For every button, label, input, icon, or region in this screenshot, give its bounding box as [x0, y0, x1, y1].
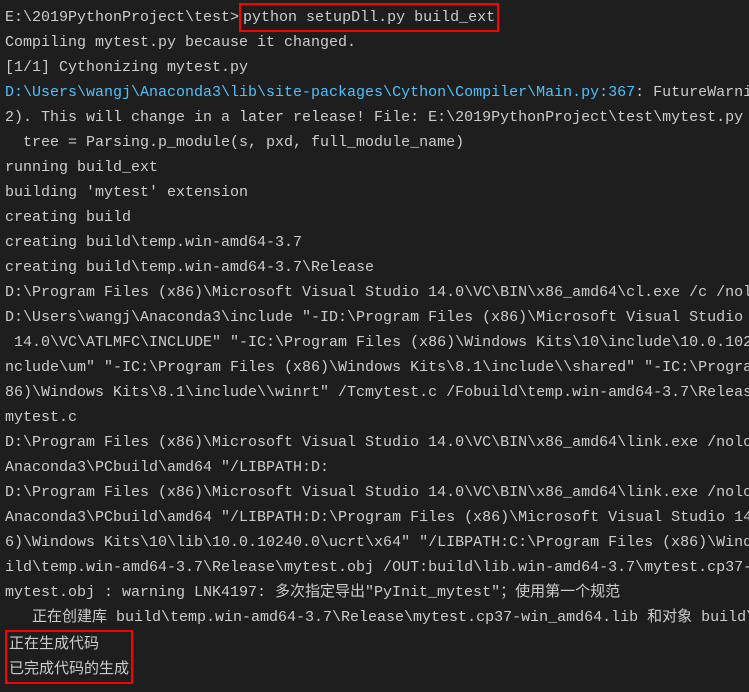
terminal-line: building 'mytest' extension — [5, 180, 744, 205]
terminal-line: D:\Program Files (x86)\Microsoft Visual … — [5, 280, 744, 305]
status-highlight-block: 正在生成代码 已完成代码的生成 — [5, 630, 133, 684]
terminal-line: creating build\temp.win-amd64-3.7\Releas… — [5, 255, 744, 280]
terminal-line: creating build — [5, 205, 744, 230]
terminal-line: E:\2019PythonProject\test>python setupDl… — [5, 5, 744, 30]
terminal-line: [1/1] Cythonizing mytest.py — [5, 55, 744, 80]
terminal-line: Anaconda3\PCbuild\amd64 "/LIBPATH:D: — [5, 455, 744, 480]
command-highlight: python setupDll.py build_ext — [239, 3, 499, 32]
terminal-line: 2). This will change in a later release!… — [5, 105, 744, 130]
terminal-line: 14.0\VC\ATLMFC\INCLUDE" "-IC:\Program Fi… — [5, 330, 744, 355]
terminal-line: D:\Users\wangj\Anaconda3\lib\site-packag… — [5, 80, 744, 105]
terminal-line: 6)\Windows Kits\10\lib\10.0.10240.0\ucrt… — [5, 530, 744, 555]
terminal-line: running build_ext — [5, 155, 744, 180]
terminal-line: 86)\Windows Kits\8.1\include\\winrt" /Tc… — [5, 380, 744, 405]
terminal-line: mytest.obj : warning LNK4197: 多次指定导出"PyI… — [5, 580, 744, 605]
terminal-line: 正在创建库 build\temp.win-amd64-3.7\Release\m… — [5, 605, 744, 630]
warning-text: : FutureWarning — [635, 84, 749, 101]
terminal-line: mytest.c — [5, 405, 744, 430]
terminal-line: Compiling mytest.py because it changed. — [5, 30, 744, 55]
terminal-line: creating build\temp.win-amd64-3.7 — [5, 230, 744, 255]
status-line: 正在生成代码 — [9, 632, 129, 657]
terminal-line: nclude\um" "-IC:\Program Files (x86)\Win… — [5, 355, 744, 380]
terminal-line: Anaconda3\PCbuild\amd64 "/LIBPATH:D:\Pro… — [5, 505, 744, 530]
status-line: 已完成代码的生成 — [9, 657, 129, 682]
terminal-line: tree = Parsing.p_module(s, pxd, full_mod… — [5, 130, 744, 155]
terminal-line: D:\Program Files (x86)\Microsoft Visual … — [5, 480, 744, 505]
terminal-line: ild\temp.win-amd64-3.7\Release\mytest.ob… — [5, 555, 744, 580]
file-path-link[interactable]: D:\Users\wangj\Anaconda3\lib\site-packag… — [5, 84, 635, 101]
prompt: E:\2019PythonProject\test> — [5, 9, 239, 26]
terminal-line: D:\Program Files (x86)\Microsoft Visual … — [5, 430, 744, 455]
terminal-line: D:\Users\wangj\Anaconda3\include "-ID:\P… — [5, 305, 744, 330]
